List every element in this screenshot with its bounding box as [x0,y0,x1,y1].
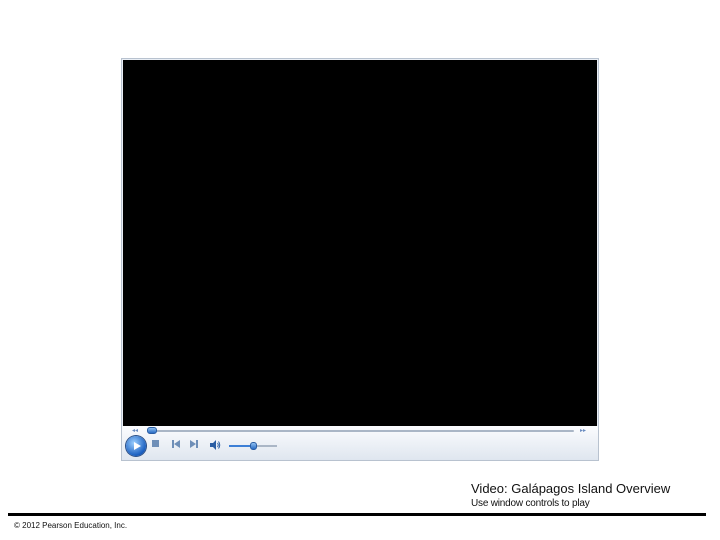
video-instructions: Use window controls to play [471,498,590,509]
seek-bar-thumb[interactable] [147,427,158,434]
copyright-notice: © 2012 Pearson Education, Inc. [14,521,128,530]
volume-thumb[interactable] [250,442,257,450]
seek-end-marker: ▸▸ [580,428,587,434]
player-controls: ◂◂ ▸▸ [122,426,598,460]
stop-icon[interactable] [152,440,159,447]
volume-slider[interactable] [229,442,277,450]
footer-divider [8,513,706,516]
video-title: Video: Galápagos Island Overview [471,481,671,496]
previous-icon[interactable] [172,440,181,448]
seek-start-marker: ◂◂ [132,428,139,434]
video-display[interactable] [123,60,597,426]
play-button[interactable] [126,436,146,456]
next-icon[interactable] [190,440,199,448]
seek-bar[interactable] [147,427,574,434]
volume-icon[interactable] [209,438,221,450]
media-player: ◂◂ ▸▸ [122,59,598,460]
